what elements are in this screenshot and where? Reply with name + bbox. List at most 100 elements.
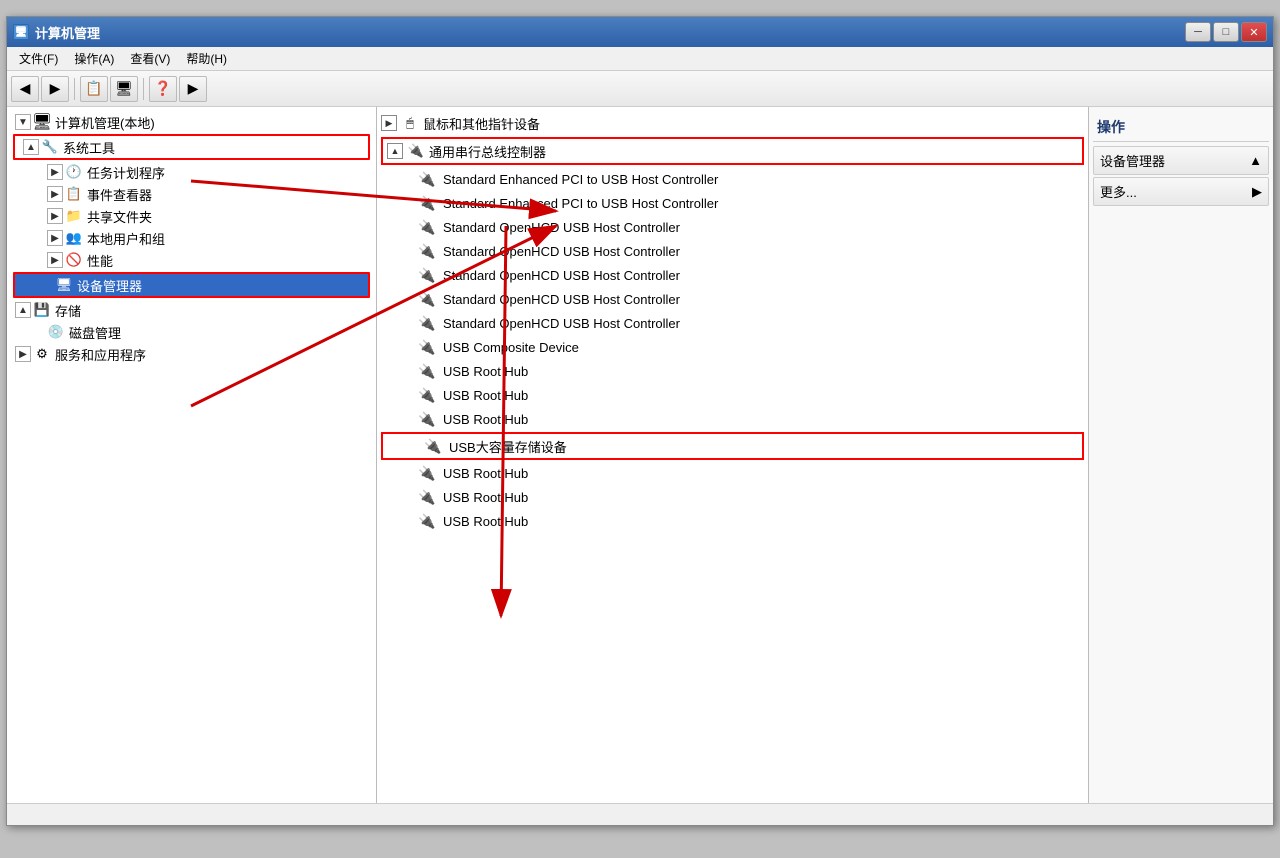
tree-system-tools-label: 系统工具 xyxy=(63,138,115,157)
help-button[interactable]: ❓ xyxy=(149,76,177,102)
usb-icon-6: 🔌 xyxy=(417,313,437,333)
menu-view[interactable]: 查看(V) xyxy=(122,48,178,69)
local-users-expander[interactable]: ▶ xyxy=(47,230,63,246)
close-button[interactable]: ✕ xyxy=(1241,22,1267,42)
device-item-14[interactable]: 🔌 USB Root Hub xyxy=(377,509,1088,533)
tree-storage-label: 存储 xyxy=(55,301,81,320)
tree-panel: ▼ 🖥 计算机管理(本地) ▲ 🔧 系统工具 ▶ 🕐 任务计划程序 xyxy=(7,107,377,803)
usb-icon-14: 🔌 xyxy=(417,511,437,531)
device-label-14: USB Root Hub xyxy=(443,514,528,529)
tree-system-tools[interactable]: ▲ 🔧 系统工具 xyxy=(15,136,368,158)
system-tools-expander[interactable]: ▲ xyxy=(23,139,39,155)
device-item-10[interactable]: 🔌 USB Root Hub xyxy=(377,407,1088,431)
device-item-5[interactable]: 🔌 Standard OpenHCD USB Host Controller xyxy=(377,287,1088,311)
device-item-9[interactable]: 🔌 USB Root Hub xyxy=(377,383,1088,407)
storage-expander[interactable]: ▲ xyxy=(15,302,31,318)
device-item-12[interactable]: 🔌 USB Root Hub xyxy=(377,461,1088,485)
run-button[interactable]: ▶ xyxy=(179,76,207,102)
device-label-12: USB Root Hub xyxy=(443,466,528,481)
tree-task-scheduler[interactable]: ▶ 🕐 任务计划程序 xyxy=(7,161,376,183)
device-label-9: USB Root Hub xyxy=(443,388,528,403)
usb-category-label: 通用串行总线控制器 xyxy=(429,142,546,161)
mouse-category[interactable]: ▶ 🖱 鼠标和其他指针设备 xyxy=(377,111,1088,135)
menu-file[interactable]: 文件(F) xyxy=(11,48,66,69)
device-item-6[interactable]: 🔌 Standard OpenHCD USB Host Controller xyxy=(377,311,1088,335)
action-device-manager-arrow: ▲ xyxy=(1249,153,1262,168)
tree-performance[interactable]: ▶ 🚫 性能 xyxy=(7,249,376,271)
tree-event-viewer-label: 事件查看器 xyxy=(87,185,152,204)
tree-shared-folders[interactable]: ▶ 📁 共享文件夹 xyxy=(7,205,376,227)
action-device-manager[interactable]: 设备管理器 ▲ xyxy=(1093,146,1269,175)
tree-disk-management[interactable]: 💿 磁盘管理 xyxy=(7,321,376,343)
system-tools-highlight: ▲ 🔧 系统工具 xyxy=(13,134,370,160)
tree-performance-label: 性能 xyxy=(87,251,113,270)
shared-folders-expander[interactable]: ▶ xyxy=(47,208,63,224)
services-icon: ⚙ xyxy=(33,345,51,363)
storage-icon: 💾 xyxy=(33,301,51,319)
tree-root-label: 计算机管理(本地) xyxy=(55,113,155,132)
tree-local-users[interactable]: ▶ 👥 本地用户和组 xyxy=(7,227,376,249)
disk-management-icon: 💿 xyxy=(47,323,65,341)
window-controls: ─ □ ✕ xyxy=(1185,22,1267,42)
menu-help[interactable]: 帮助(H) xyxy=(178,48,235,69)
action-header: 操作 xyxy=(1093,111,1269,142)
shared-folders-icon: 📁 xyxy=(65,207,83,225)
mouse-icon: 🖱 xyxy=(401,114,419,132)
device-item-7[interactable]: 🔌 USB Composite Device xyxy=(377,335,1088,359)
tree-disk-management-label: 磁盘管理 xyxy=(69,323,121,342)
device-item-11[interactable]: 🔌 USB大容量存储设备 xyxy=(383,434,1082,458)
task-scheduler-expander[interactable]: ▶ xyxy=(47,164,63,180)
tree-device-manager-label: 设备管理器 xyxy=(77,276,142,295)
computer-icon: 🖥 xyxy=(33,113,51,131)
system-tools-icon: 🔧 xyxy=(41,138,59,156)
device-item-4[interactable]: 🔌 Standard OpenHCD USB Host Controller xyxy=(377,263,1088,287)
menu-action[interactable]: 操作(A) xyxy=(66,48,122,69)
performance-icon: 🚫 xyxy=(65,251,83,269)
device-manager-highlight: 🖥 设备管理器 xyxy=(13,272,370,298)
forward-button[interactable]: ▶ xyxy=(41,76,69,102)
device-label-4: Standard OpenHCD USB Host Controller xyxy=(443,268,680,283)
menu-bar: 文件(F) 操作(A) 查看(V) 帮助(H) xyxy=(7,47,1273,71)
computer-button[interactable]: 🖥 xyxy=(110,76,138,102)
device-item-1[interactable]: 🔌 Standard Enhanced PCI to USB Host Cont… xyxy=(377,191,1088,215)
tree-shared-folders-label: 共享文件夹 xyxy=(87,207,152,226)
performance-expander[interactable]: ▶ xyxy=(47,252,63,268)
minimize-button[interactable]: ─ xyxy=(1185,22,1211,42)
action-more[interactable]: 更多... ▶ xyxy=(1093,177,1269,206)
device-label-8: USB Root Hub xyxy=(443,364,528,379)
device-label-0: Standard Enhanced PCI to USB Host Contro… xyxy=(443,172,718,187)
tree-services-label: 服务和应用程序 xyxy=(55,345,146,364)
usb-category-expander[interactable]: ▲ xyxy=(387,143,403,159)
action-panel: 操作 设备管理器 ▲ 更多... ▶ xyxy=(1088,107,1273,803)
event-viewer-expander[interactable]: ▶ xyxy=(47,186,63,202)
device-label-2: Standard OpenHCD USB Host Controller xyxy=(443,220,680,235)
device-item-8[interactable]: 🔌 USB Root Hub xyxy=(377,359,1088,383)
tree-services[interactable]: ▶ ⚙ 服务和应用程序 xyxy=(7,343,376,365)
device-panel[interactable]: ▶ 🖱 鼠标和其他指针设备 ▲ 🔌 通用串行总线控制器 🔌 St xyxy=(377,107,1088,803)
tree-event-viewer[interactable]: ▶ 📋 事件查看器 xyxy=(7,183,376,205)
task-scheduler-icon: 🕐 xyxy=(65,163,83,181)
services-expander[interactable]: ▶ xyxy=(15,346,31,362)
back-button[interactable]: ◀ xyxy=(11,76,39,102)
usb-icon-13: 🔌 xyxy=(417,487,437,507)
device-item-0[interactable]: 🔌 Standard Enhanced PCI to USB Host Cont… xyxy=(377,167,1088,191)
show-hide-button[interactable]: 📋 xyxy=(80,76,108,102)
usb-category-highlight: ▲ 🔌 通用串行总线控制器 xyxy=(381,137,1084,165)
root-expander[interactable]: ▼ xyxy=(15,114,31,130)
device-manager-icon: 🖥 xyxy=(55,276,73,294)
usb-icon-10: 🔌 xyxy=(417,409,437,429)
device-item-13[interactable]: 🔌 USB Root Hub xyxy=(377,485,1088,509)
main-content: ▼ 🖥 计算机管理(本地) ▲ 🔧 系统工具 ▶ 🕐 任务计划程序 xyxy=(7,107,1273,803)
toolbar-separator-1 xyxy=(74,78,75,100)
device-item-3[interactable]: 🔌 Standard OpenHCD USB Host Controller xyxy=(377,239,1088,263)
maximize-button[interactable]: □ xyxy=(1213,22,1239,42)
mouse-category-expander[interactable]: ▶ xyxy=(381,115,397,131)
tree-storage[interactable]: ▲ 💾 存储 xyxy=(7,299,376,321)
tree-root[interactable]: ▼ 🖥 计算机管理(本地) xyxy=(7,111,376,133)
usb-category[interactable]: ▲ 🔌 通用串行总线控制器 xyxy=(383,139,1082,163)
device-label-5: Standard OpenHCD USB Host Controller xyxy=(443,292,680,307)
tree-device-manager[interactable]: 🖥 设备管理器 xyxy=(15,274,368,296)
device-item-2[interactable]: 🔌 Standard OpenHCD USB Host Controller xyxy=(377,215,1088,239)
device-label-7: USB Composite Device xyxy=(443,340,579,355)
title-bar: 🖥 计算机管理 ─ □ ✕ xyxy=(7,17,1273,47)
